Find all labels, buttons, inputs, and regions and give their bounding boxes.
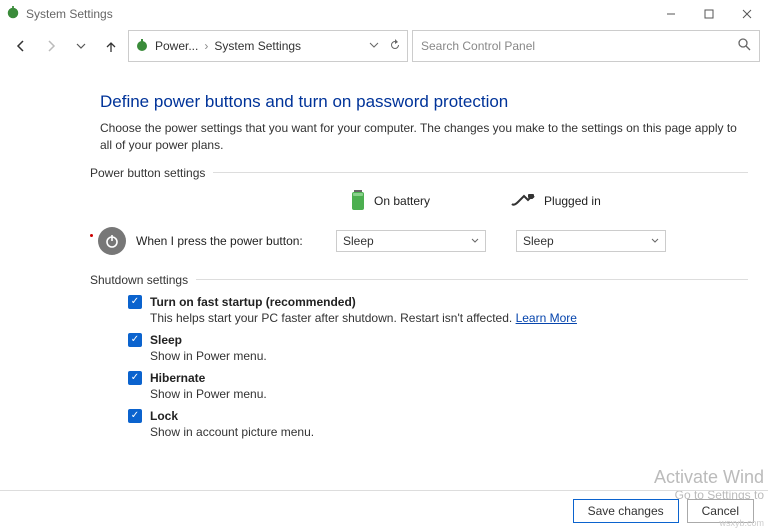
app-icon xyxy=(6,6,20,23)
breadcrumb-1[interactable]: Power... xyxy=(155,39,198,53)
checkbox-fast-startup[interactable]: ✓ xyxy=(128,295,142,309)
battery-icon xyxy=(350,188,366,215)
corner-watermark: wsxyb.com xyxy=(719,518,764,528)
search-input[interactable]: Search Control Panel xyxy=(412,30,760,62)
learn-more-link[interactable]: Learn More xyxy=(516,311,577,325)
page-title: Define power buttons and turn on passwor… xyxy=(100,92,748,112)
hibernate-sub: Show in Power menu. xyxy=(150,387,748,401)
sleep-title: Sleep xyxy=(150,333,182,347)
sleep-sub: Show in Power menu. xyxy=(150,349,748,363)
power-button-icon xyxy=(98,227,126,255)
power-button-label: When I press the power button: xyxy=(136,234,326,248)
forward-button[interactable] xyxy=(38,33,64,59)
breadcrumb-2[interactable]: System Settings xyxy=(214,39,301,53)
lock-sub: Show in account picture menu. xyxy=(150,425,748,439)
page-description: Choose the power settings that you want … xyxy=(100,120,748,154)
chevron-down-icon xyxy=(471,234,479,248)
select-on-battery-value: Sleep xyxy=(343,234,374,248)
recent-dropdown[interactable] xyxy=(68,33,94,59)
address-bar[interactable]: Power... › System Settings xyxy=(128,30,408,62)
save-button[interactable]: Save changes xyxy=(573,499,679,523)
maximize-button[interactable] xyxy=(690,0,728,28)
column-plugged-in: Plugged in xyxy=(544,194,601,208)
lock-title: Lock xyxy=(150,409,178,423)
back-button[interactable] xyxy=(8,33,34,59)
hibernate-title: Hibernate xyxy=(150,371,205,385)
minimize-button[interactable] xyxy=(652,0,690,28)
select-plugged-in[interactable]: Sleep xyxy=(516,230,666,252)
up-button[interactable] xyxy=(98,33,124,59)
plug-icon xyxy=(510,192,536,211)
search-placeholder: Search Control Panel xyxy=(421,39,738,53)
section-shutdown: Shutdown settings xyxy=(90,273,748,287)
chevron-down-icon xyxy=(651,234,659,248)
select-on-battery[interactable]: Sleep xyxy=(336,230,486,252)
search-icon[interactable] xyxy=(738,38,751,54)
refresh-icon[interactable] xyxy=(389,39,401,54)
fast-startup-title: Turn on fast startup (recommended) xyxy=(150,295,356,309)
select-plugged-in-value: Sleep xyxy=(523,234,554,248)
column-on-battery: On battery xyxy=(374,194,430,208)
section-power-button: Power button settings xyxy=(90,166,748,180)
close-button[interactable] xyxy=(728,0,766,28)
checkbox-hibernate[interactable]: ✓ xyxy=(128,371,142,385)
breadcrumb-icon xyxy=(135,38,149,55)
marker-dot xyxy=(90,234,93,237)
checkbox-lock[interactable]: ✓ xyxy=(128,409,142,423)
fast-startup-sub: This helps start your PC faster after sh… xyxy=(150,311,512,325)
address-dropdown-icon[interactable] xyxy=(369,39,379,54)
breadcrumb-separator: › xyxy=(204,39,208,53)
window-title: System Settings xyxy=(26,7,113,21)
checkbox-sleep[interactable]: ✓ xyxy=(128,333,142,347)
